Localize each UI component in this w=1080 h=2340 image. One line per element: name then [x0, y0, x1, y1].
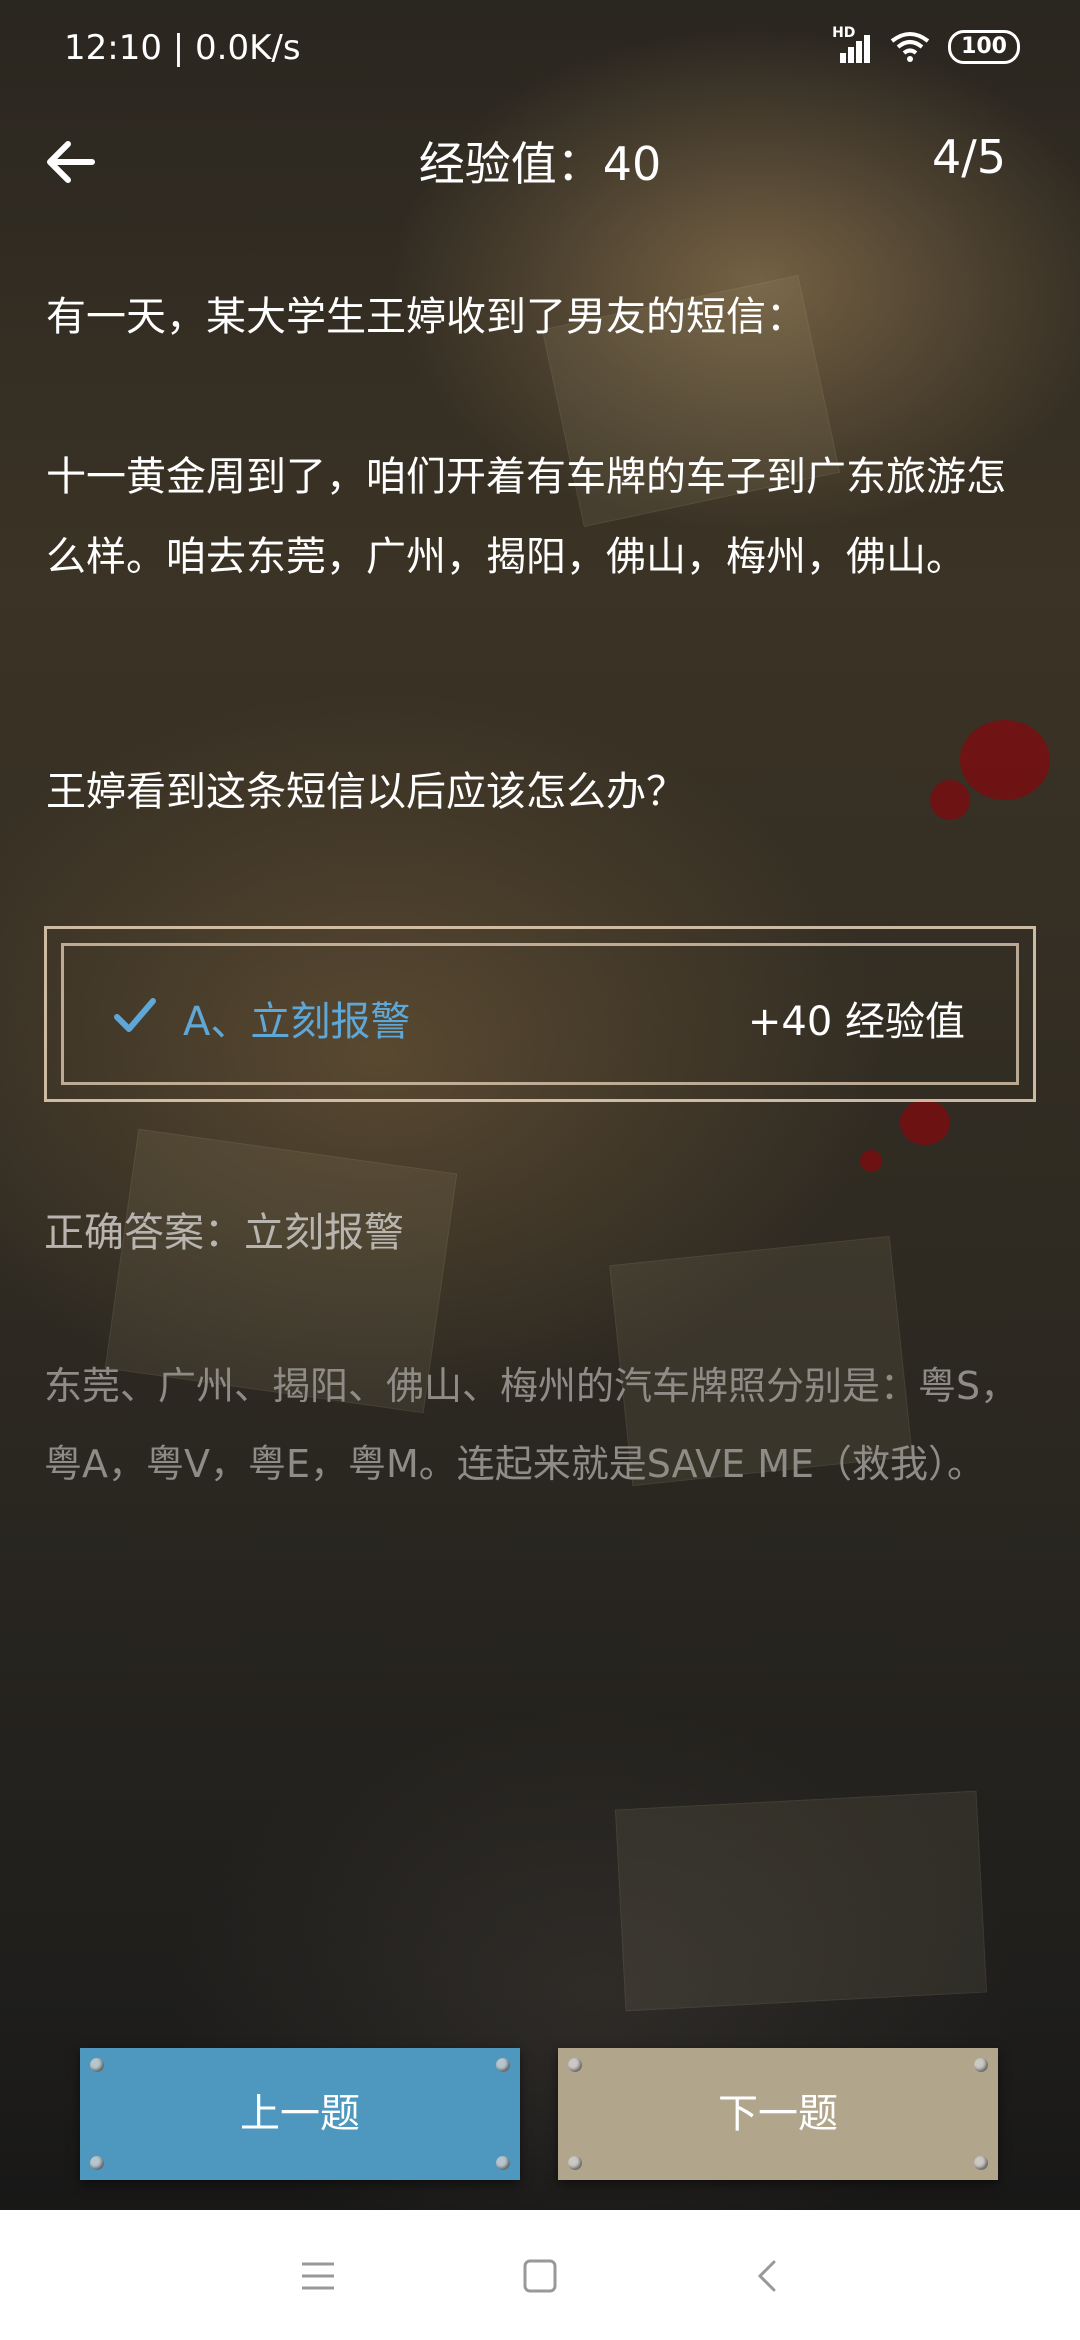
- signal-hd-badge: HD: [832, 25, 856, 41]
- next-question-button[interactable]: 下一题: [558, 2048, 998, 2180]
- nail-decoration: [496, 2156, 510, 2170]
- battery-icon: 100: [948, 30, 1020, 64]
- nail-decoration: [568, 2058, 582, 2072]
- background-paper: [614, 1790, 988, 2012]
- experience-title: 经验值：40: [418, 137, 662, 191]
- nail-decoration: [568, 2156, 582, 2170]
- home-square-icon[interactable]: [520, 2256, 560, 2296]
- nail-decoration: [974, 2156, 988, 2170]
- back-chevron-icon[interactable]: [748, 2256, 788, 2296]
- status-time: 12:10 | 0.0K/s: [64, 28, 301, 68]
- nail-decoration: [496, 2058, 510, 2072]
- nail-decoration: [974, 2058, 988, 2072]
- next-question-label: 下一题: [718, 2091, 838, 2137]
- answer-explanation: 东莞、广州、揭阳、佛山、梅州的汽车牌照分别是：粤S，粤A，粤V，粤E，粤M。连起…: [44, 1364, 1019, 1486]
- status-icons: HD 100: [832, 25, 1020, 64]
- system-nav-bar: [0, 2210, 1080, 2340]
- question-intro: 有一天，某大学生王婷收到了男友的短信：: [46, 294, 806, 340]
- blood-splatter: [900, 1100, 950, 1145]
- previous-question-label: 上一题: [240, 2091, 360, 2137]
- question-progress: 4/5: [931, 130, 1006, 184]
- back-arrow-icon[interactable]: [40, 130, 104, 194]
- nail-decoration: [90, 2156, 104, 2170]
- wifi-icon: [890, 32, 930, 62]
- header: 经验值：40 4/5: [0, 120, 1080, 200]
- status-bar: 12:10 | 0.0K/s HD 100: [0, 0, 1080, 100]
- answer-label: A、立刻报警: [183, 999, 411, 1045]
- correct-answer: 正确答案：立刻报警: [44, 1210, 404, 1256]
- question-message: 十一黄金周到了，咱们开着有车牌的车子到广东旅游怎么样。咱去东莞，广州，揭阳，佛山…: [46, 454, 1006, 580]
- blood-splatter: [860, 1150, 882, 1172]
- question-ask: 王婷看到这条短信以后应该怎么办？: [46, 769, 686, 815]
- signal-icon: HD: [832, 25, 872, 63]
- menu-icon[interactable]: [298, 2256, 338, 2296]
- nail-decoration: [90, 2058, 104, 2072]
- check-icon: [114, 998, 156, 1032]
- previous-question-button[interactable]: 上一题: [80, 2048, 520, 2180]
- answer-reward: +40 经验值: [747, 999, 965, 1045]
- answer-option-a[interactable]: A、立刻报警 +40 经验值: [44, 926, 1036, 1102]
